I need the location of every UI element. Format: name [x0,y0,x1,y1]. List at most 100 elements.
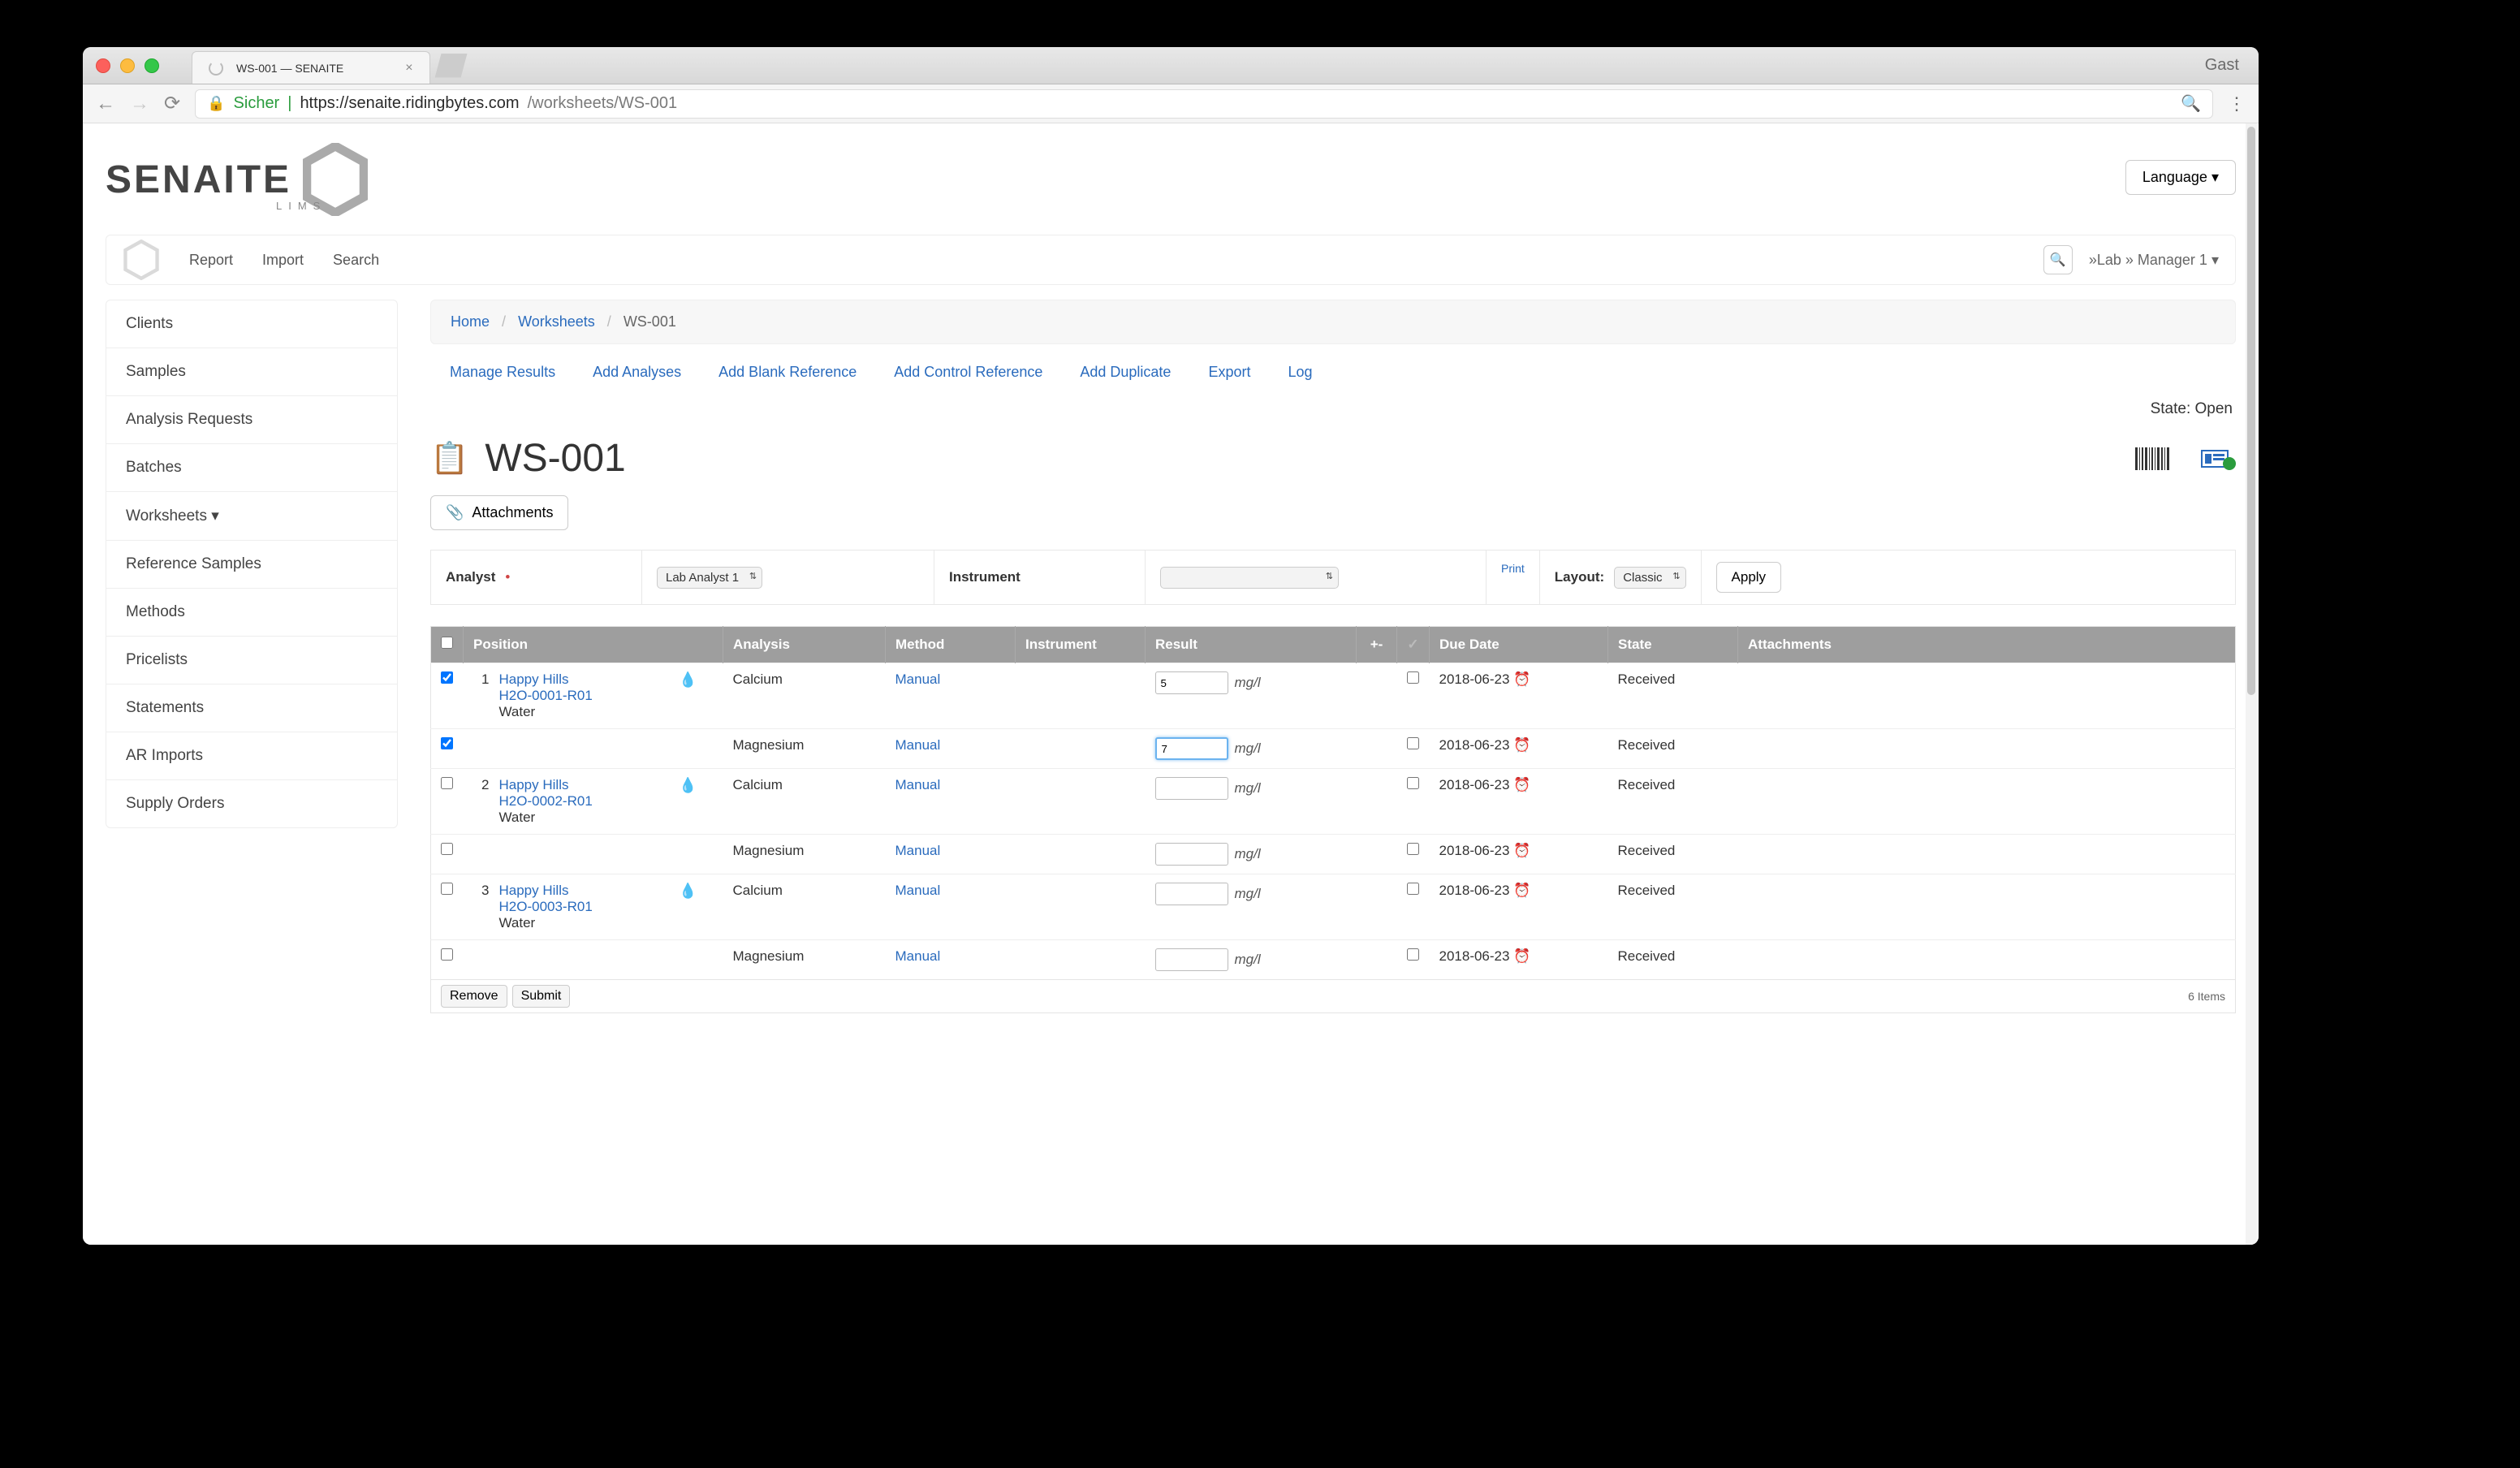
sidebar-item[interactable]: Clients [106,300,397,348]
method-link[interactable]: Manual [895,671,941,687]
breadcrumb-home[interactable]: Home [451,313,490,330]
tab-manage-results[interactable]: Manage Results [450,364,555,381]
sidebar-item[interactable]: AR Imports [106,732,397,780]
client-link[interactable]: Happy Hills [499,777,569,792]
col-instrument[interactable]: Instrument [1016,627,1146,663]
verify-checkbox[interactable] [1407,671,1419,684]
method-link[interactable]: Manual [895,777,941,792]
instrument-select[interactable] [1160,567,1339,589]
result-input[interactable] [1155,843,1228,866]
main: Home / Worksheets / WS-001 Manage Result… [430,300,2236,1013]
print-link[interactable]: Print [1487,550,1539,604]
barcode-icon[interactable] [2135,444,2171,473]
result-input[interactable] [1155,737,1228,760]
required-icon: • [505,569,510,585]
col-verify[interactable] [1397,627,1430,663]
col-result[interactable]: Result [1146,627,1357,663]
search-button[interactable]: 🔍 [2043,245,2073,274]
method-link[interactable]: Manual [895,843,941,858]
col-state[interactable]: State [1608,627,1738,663]
new-tab-button[interactable] [435,54,468,78]
method-link[interactable]: Manual [895,737,941,753]
sidebar: ClientsSamplesAnalysis RequestsBatchesWo… [106,300,398,828]
verify-checkbox[interactable] [1407,737,1419,749]
client-link[interactable]: Happy Hills [499,883,569,898]
layout-select[interactable]: Classic [1614,567,1685,589]
sidebar-item[interactable]: Pricelists [106,637,397,684]
close-tab-icon[interactable]: × [405,61,412,76]
row-checkbox[interactable] [441,737,453,749]
method-link[interactable]: Manual [895,883,941,898]
state-cell: Received [1608,769,1738,835]
result-input[interactable] [1155,671,1228,694]
col-method[interactable]: Method [886,627,1016,663]
tab-export[interactable]: Export [1208,364,1250,381]
method-link[interactable]: Manual [895,948,941,964]
result-input[interactable] [1155,883,1228,905]
browser-menu-icon[interactable]: ⋮ [2228,93,2246,114]
url-input[interactable]: 🔒 Sicher | https://senaite.ridingbytes.c… [195,89,2213,119]
tab-add-blank-reference[interactable]: Add Blank Reference [718,364,857,381]
tab-add-analyses[interactable]: Add Analyses [593,364,681,381]
tab-add-duplicate[interactable]: Add Duplicate [1080,364,1171,381]
analysis-cell: Magnesium [723,729,886,769]
profile-label[interactable]: Gast [2205,56,2239,75]
attachments-cell [1738,729,2236,769]
apply-button[interactable]: Apply [1716,562,1782,593]
verify-checkbox[interactable] [1407,777,1419,789]
minimize-window-icon[interactable] [120,58,135,73]
sidebar-item[interactable]: Batches [106,444,397,492]
nav-search[interactable]: Search [333,252,379,269]
close-window-icon[interactable] [96,58,110,73]
due-date: 2018-06-23 [1439,777,1510,792]
row-checkbox[interactable] [441,671,453,684]
sidebar-item[interactable]: Statements [106,684,397,732]
nav-import[interactable]: Import [262,252,304,269]
reload-button[interactable]: ⟳ [164,92,180,115]
attachments-button[interactable]: 📎 Attachments [430,495,568,530]
sidebar-item[interactable]: Methods [106,589,397,637]
maximize-window-icon[interactable] [145,58,159,73]
result-input[interactable] [1155,948,1228,971]
row-checkbox[interactable] [441,843,453,855]
tab-add-control-reference[interactable]: Add Control Reference [894,364,1042,381]
ar-link[interactable]: H2O-0003-R01 [499,899,593,914]
ar-link[interactable]: H2O-0002-R01 [499,793,593,809]
sidebar-item[interactable]: Worksheets ▾ [106,492,397,541]
tab-log[interactable]: Log [1288,364,1312,381]
browser-tab[interactable]: WS-001 — SENAITE × [192,51,430,84]
col-due[interactable]: Due Date [1430,627,1608,663]
submit-button[interactable]: Submit [512,985,571,1008]
breadcrumb-worksheets[interactable]: Worksheets [518,313,595,330]
ar-link[interactable]: H2O-0001-R01 [499,688,593,703]
sticker-icon[interactable] [2200,444,2236,473]
back-button[interactable]: ← [96,93,115,115]
result-input[interactable] [1155,777,1228,800]
sidebar-item[interactable]: Supply Orders [106,780,397,827]
remove-button[interactable]: Remove [441,985,507,1008]
verify-checkbox[interactable] [1407,843,1419,855]
nav-report[interactable]: Report [189,252,233,269]
language-button[interactable]: Language ▾ [2125,160,2236,195]
col-attachments[interactable]: Attachments [1738,627,2236,663]
row-checkbox[interactable] [441,948,453,961]
scrollbar[interactable] [2246,123,2257,1245]
breadcrumb: Home / Worksheets / WS-001 [430,300,2236,344]
analyst-select[interactable]: Lab Analyst 1 [657,567,762,589]
row-checkbox[interactable] [441,777,453,789]
sidebar-item[interactable]: Samples [106,348,397,396]
client-link[interactable]: Happy Hills [499,671,569,687]
user-menu[interactable]: »Lab » Manager 1 ▾ [2089,252,2219,269]
sidebar-item[interactable]: Reference Samples [106,541,397,589]
verify-checkbox[interactable] [1407,883,1419,895]
select-all-checkbox[interactable] [441,637,453,649]
verify-checkbox[interactable] [1407,948,1419,961]
hexagon-icon[interactable] [123,240,160,280]
row-checkbox[interactable] [441,883,453,895]
search-in-page-icon[interactable]: 🔍 [2181,93,2201,114]
col-position[interactable]: Position [464,627,723,663]
col-interim[interactable]: +- [1357,627,1397,663]
sidebar-item[interactable]: Analysis Requests [106,396,397,444]
logo[interactable]: SENAITE [106,143,368,216]
col-analysis[interactable]: Analysis [723,627,886,663]
